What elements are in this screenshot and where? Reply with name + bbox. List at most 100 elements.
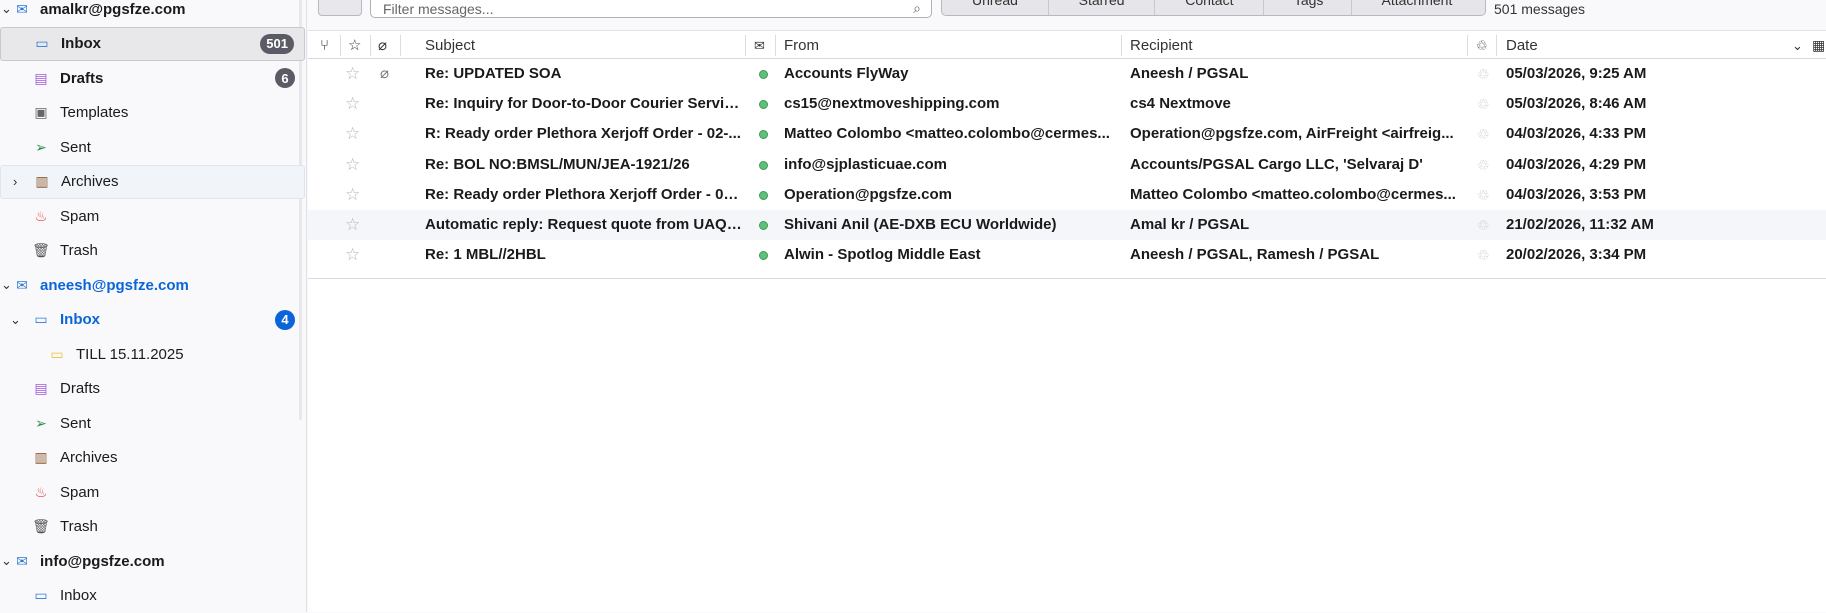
message-from: info@sjplasticuae.com [784,155,948,173]
column-header-row: ⑂ ☆ ⌀ Subject ✉ From Recipient ♲ Date ⌄ … [308,32,1826,59]
chevron-down-icon[interactable]: ⌄ [1,553,12,569]
star-icon[interactable]: ☆ [345,240,360,270]
account-mail-icon: ✉ [16,552,28,569]
star-icon[interactable]: ☆ [345,119,360,149]
read-status-dot[interactable] [759,251,768,261]
account-name: aneesh@pgsfze.com [40,276,189,294]
message-date: 04/03/2026, 4:29 PM [1506,155,1647,173]
junk-status-icon[interactable]: ♲ [1477,210,1490,240]
account-row[interactable]: ⌄ ✉ info@pgsfze.com [0,544,305,578]
message-row[interactable]: ☆ Automatic reply: Request quote from UA… [308,210,1826,240]
read-status-column-icon[interactable]: ✉ [754,32,765,59]
subject-column-header[interactable]: Subject [425,32,475,59]
filter-messages-input[interactable]: Filter messages... ⌕ [370,0,932,18]
folder-label: Trash [60,242,98,259]
read-status-dot[interactable] [759,221,768,230]
attachment-filter-button[interactable]: Attachment [1352,0,1485,15]
folder-label: Archives [61,173,119,190]
trash-icon: 🗑 [32,518,50,534]
folder-spam[interactable]: ♨ Spam [0,475,305,509]
message-date: 05/03/2026, 9:25 AM [1506,65,1647,82]
account-mail-icon: ✉ [16,0,28,17]
folder-trash[interactable]: 🗑 Trash [0,510,305,544]
sort-chevron-down-icon[interactable]: ⌄ [1792,32,1803,59]
unread-count-badge: 501 [260,33,294,54]
message-from: Accounts FlyWay [784,65,909,82]
thread-column-icon[interactable]: ⑂ [320,32,329,59]
chevron-right-icon[interactable]: › [13,174,17,189]
message-from: Operation@pgsfze.com [784,185,952,203]
chevron-down-icon[interactable]: ⌄ [1,277,12,293]
read-status-dot[interactable] [759,160,768,170]
folder-label: Drafts [60,380,101,397]
folder-drafts[interactable]: ▤ Drafts 6 [0,61,305,95]
chevron-down-icon[interactable]: ⌄ [1,1,12,17]
star-icon[interactable]: ☆ [345,59,360,89]
read-status-dot[interactable] [759,100,768,110]
junk-status-column-icon[interactable]: ♲ [1476,32,1488,59]
message-row[interactable]: ☆ ⌀ Re: UPDATED SOA Accounts FlyWay Anee… [308,59,1826,89]
junk-status-icon[interactable]: ♲ [1477,150,1490,180]
star-icon[interactable]: ☆ [345,180,360,210]
column-picker-icon[interactable]: ▦ [1812,32,1825,59]
date-column-header[interactable]: Date [1506,32,1538,59]
folder-label: Archives [60,449,118,466]
message-row[interactable]: ☆ Re: Ready order Plethora Xerjoff Order… [308,180,1826,210]
star-icon[interactable]: ☆ [345,210,360,240]
folder-inbox[interactable]: ▭ Inbox [0,579,305,613]
message-row[interactable]: ☆ Re: 1 MBL//2HBL Alwin - Spotlog Middle… [308,240,1826,270]
message-subject: Re: Ready order Plethora Xerjoff Order -… [425,185,743,203]
message-recipient: cs4 Nextmove [1130,95,1231,113]
folder-inbox[interactable]: ⌄ ▭ Inbox 4 [0,303,305,337]
read-status-dot[interactable] [759,130,768,140]
folder-till-15-11-2025[interactable]: ▭ TILL 15.11.2025 [0,337,305,371]
folder-label: Spam [60,483,100,501]
account-row[interactable]: ⌄ ✉ aneesh@pgsfze.com [0,268,305,302]
folder-label: Inbox [60,587,97,604]
junk-status-icon[interactable]: ♲ [1477,59,1490,89]
folder-archives[interactable]: › ▥ Archives [0,164,305,199]
message-row[interactable]: ☆ R: Ready order Plethora Xerjoff Order … [308,119,1826,149]
message-date: 04/03/2026, 4:33 PM [1506,125,1647,143]
contact-filter-button[interactable]: Contact [1155,0,1264,15]
star-column-icon[interactable]: ☆ [348,32,361,59]
junk-status-icon[interactable]: ♲ [1477,89,1490,119]
junk-status-icon[interactable]: ♲ [1477,240,1490,270]
folder-label: Sent [60,414,91,432]
folder-templates[interactable]: ▣ Templates [0,96,305,130]
folder-pane: ⌄ ✉ amalkr@pgsfze.com ▭ Inbox 501 ▤ Draft… [0,0,307,612]
attachment-column-icon[interactable]: ⌀ [378,32,387,59]
sent-icon: ➢ [35,138,47,155]
tags-filter-button[interactable]: Tags [1264,0,1352,15]
folder-sent[interactable]: ➢ Sent [0,406,305,440]
message-row[interactable]: ☆ Re: BOL NO:BMSL/MUN/JEA-1921/26 info@s… [308,150,1826,180]
sticky-filter-button[interactable] [318,0,362,16]
sent-icon: ➢ [35,414,47,431]
read-status-dot[interactable] [759,190,768,200]
folder-archives[interactable]: ▥ Archives [0,441,305,475]
chevron-down-icon[interactable]: ⌄ [10,312,21,328]
trash-icon: 🗑 [32,242,50,258]
starred-filter-button[interactable]: Starred [1049,0,1156,15]
folder-trash[interactable]: 🗑 Trash [0,234,305,268]
message-recipient: Matteo Colombo <matteo.colombo@cermes... [1130,185,1456,203]
message-date: 04/03/2026, 3:53 PM [1506,185,1647,203]
recipient-column-header[interactable]: Recipient [1130,32,1193,59]
folder-inbox[interactable]: ▭ Inbox 501 [0,26,305,61]
folder-spam[interactable]: ♨ Spam [0,199,305,233]
junk-status-icon[interactable]: ♲ [1477,180,1490,210]
junk-status-icon[interactable]: ♲ [1477,119,1490,149]
unread-filter-button[interactable]: Unread [942,0,1049,15]
folder-drafts[interactable]: ▤ Drafts [0,372,305,406]
star-icon[interactable]: ☆ [345,89,360,119]
folder-sent[interactable]: ➢ Sent [0,130,305,164]
filter-placeholder: Filter messages... [383,1,494,17]
message-subject: Re: UPDATED SOA [425,65,562,82]
read-status-dot[interactable] [759,70,768,79]
from-column-header[interactable]: From [784,32,819,59]
folder-label: Drafts [60,69,104,87]
account-row[interactable]: ⌄ ✉ amalkr@pgsfze.com [0,0,305,26]
message-subject: Re: Inquiry for Door-to-Door Courier Ser… [425,95,743,113]
message-row[interactable]: ☆ Re: Inquiry for Door-to-Door Courier S… [308,89,1826,119]
star-icon[interactable]: ☆ [345,150,360,180]
